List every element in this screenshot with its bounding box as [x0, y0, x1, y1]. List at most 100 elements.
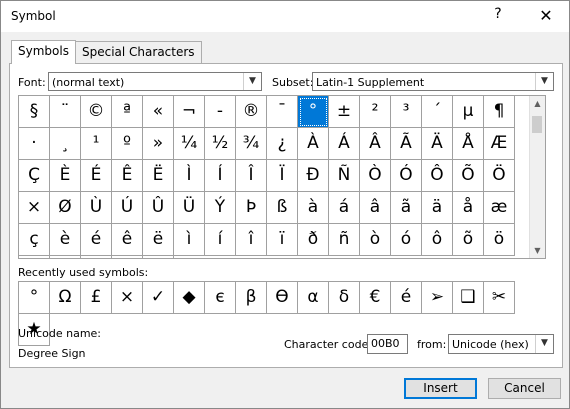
- recent-symbol-cell[interactable]: δ: [329, 282, 360, 314]
- recent-symbol-cell[interactable]: €: [360, 282, 391, 314]
- symbol-cell[interactable]: û: [143, 256, 174, 258]
- symbol-cell[interactable]: ß: [267, 192, 298, 224]
- from-dropdown[interactable]: Unicode (hex) ▼: [448, 334, 554, 354]
- symbol-cell[interactable]: Ö: [484, 160, 515, 192]
- symbol-cell[interactable]: Ñ: [329, 160, 360, 192]
- symbol-cell[interactable]: Õ: [453, 160, 484, 192]
- symbol-cell[interactable]: Ã: [391, 128, 422, 160]
- symbol-cell[interactable]: Ù: [81, 192, 112, 224]
- symbol-cell[interactable]: ú: [112, 256, 143, 258]
- symbol-cell[interactable]: ê: [112, 224, 143, 256]
- tab-special-characters[interactable]: Special Characters: [75, 41, 202, 63]
- symbol-cell[interactable]: ¶: [484, 96, 515, 128]
- symbol-cell[interactable]: ¬: [174, 96, 205, 128]
- recent-symbol-cell[interactable]: ϴ: [267, 282, 298, 314]
- symbol-cell[interactable]: Í: [205, 160, 236, 192]
- recent-symbol-cell[interactable]: ✂: [484, 282, 515, 314]
- symbol-cell[interactable]: ¹: [81, 128, 112, 160]
- symbol-cell[interactable]: ×: [19, 192, 50, 224]
- symbol-cell[interactable]: É: [81, 160, 112, 192]
- symbol-cell[interactable]: ª: [112, 96, 143, 128]
- symbol-cell[interactable]: Ò: [360, 160, 391, 192]
- symbol-cell[interactable]: Ô: [422, 160, 453, 192]
- recent-symbol-cell[interactable]: ×: [112, 282, 143, 314]
- symbol-cell[interactable]: á: [329, 192, 360, 224]
- recent-symbol-cell[interactable]: £: [81, 282, 112, 314]
- symbol-cell[interactable]: ¸: [50, 128, 81, 160]
- scrollbar-thumb[interactable]: [532, 116, 542, 133]
- recent-symbol-cell[interactable]: є: [205, 282, 236, 314]
- symbol-cell[interactable]: ó: [391, 224, 422, 256]
- symbol-cell[interactable]: È: [50, 160, 81, 192]
- symbol-cell[interactable]: æ: [484, 192, 515, 224]
- recent-symbol-cell[interactable]: ❑: [453, 282, 484, 314]
- recent-symbol-cell[interactable]: ◆: [174, 282, 205, 314]
- cancel-button[interactable]: Cancel: [488, 378, 561, 399]
- symbol-cell[interactable]: µ: [453, 96, 484, 128]
- symbol-cell[interactable]: »: [143, 128, 174, 160]
- symbol-cell[interactable]: é: [81, 224, 112, 256]
- symbol-cell[interactable]: ®: [236, 96, 267, 128]
- symbol-cell[interactable]: ¨: [50, 96, 81, 128]
- symbol-cell[interactable]: ë: [143, 224, 174, 256]
- symbol-cell[interactable]: Û: [143, 192, 174, 224]
- symbol-cell[interactable]: ô: [422, 224, 453, 256]
- symbol-cell[interactable]: ½: [205, 128, 236, 160]
- symbol-cell[interactable]: ð: [298, 224, 329, 256]
- symbol-cell[interactable]: «: [143, 96, 174, 128]
- symbol-cell[interactable]: ñ: [329, 224, 360, 256]
- symbol-cell[interactable]: ÷: [19, 256, 50, 258]
- symbol-cell[interactable]: Ì: [174, 160, 205, 192]
- symbol-cell[interactable]: Á: [329, 128, 360, 160]
- symbol-cell[interactable]: å: [453, 192, 484, 224]
- symbol-cell[interactable]: À: [298, 128, 329, 160]
- symbol-cell[interactable]: Ë: [143, 160, 174, 192]
- symbol-cell[interactable]: Å: [453, 128, 484, 160]
- symbol-cell[interactable]: ²: [360, 96, 391, 128]
- symbol-cell[interactable]: ø: [50, 256, 81, 258]
- symbol-cell[interactable]: ç: [19, 224, 50, 256]
- symbol-cell[interactable]: ï: [267, 224, 298, 256]
- symbol-cell[interactable]: Ï: [267, 160, 298, 192]
- close-button[interactable]: ✕: [535, 6, 557, 26]
- symbol-cell[interactable]: Â: [360, 128, 391, 160]
- symbol-cell[interactable]: ¿: [267, 128, 298, 160]
- symbol-cell[interactable]: Ä: [422, 128, 453, 160]
- symbol-cell[interactable]: ¾: [236, 128, 267, 160]
- recent-symbol-cell[interactable]: ✓: [143, 282, 174, 314]
- recent-symbol-cell[interactable]: é: [391, 282, 422, 314]
- symbol-cell[interactable]: Ê: [112, 160, 143, 192]
- symbol-cell[interactable]: Î: [236, 160, 267, 192]
- symbol-cell[interactable]: Ç: [19, 160, 50, 192]
- help-button[interactable]: ?: [487, 6, 509, 26]
- symbol-cell[interactable]: ¼: [174, 128, 205, 160]
- symbol-cell[interactable]: à: [298, 192, 329, 224]
- symbol-cell[interactable]: õ: [453, 224, 484, 256]
- symbol-cell[interactable]: ·: [19, 128, 50, 160]
- symbol-cell[interactable]: ±: [329, 96, 360, 128]
- symbol-cell[interactable]: º: [112, 128, 143, 160]
- symbol-cell[interactable]: °: [298, 96, 329, 128]
- recent-symbol-cell[interactable]: °: [19, 282, 50, 314]
- symbol-cell[interactable]: Ü: [174, 192, 205, 224]
- scroll-up-icon[interactable]: ▲: [530, 96, 545, 111]
- symbol-cell[interactable]: ä: [422, 192, 453, 224]
- symbol-cell[interactable]: ù: [81, 256, 112, 258]
- symbol-cell[interactable]: è: [50, 224, 81, 256]
- recent-symbol-cell[interactable]: Ω: [50, 282, 81, 314]
- insert-button[interactable]: Insert: [404, 378, 477, 399]
- symbol-cell[interactable]: ©: [81, 96, 112, 128]
- symbol-cell[interactable]: Ú: [112, 192, 143, 224]
- subset-dropdown[interactable]: Latin-1 Supplement ▼: [312, 72, 554, 91]
- symbol-cell[interactable]: ò: [360, 224, 391, 256]
- symbol-cell[interactable]: Ð: [298, 160, 329, 192]
- symbol-cell[interactable]: ö: [484, 224, 515, 256]
- symbol-cell[interactable]: Æ: [484, 128, 515, 160]
- symbol-cell[interactable]: ã: [391, 192, 422, 224]
- symbol-cell[interactable]: §: [19, 96, 50, 128]
- character-code-input[interactable]: 00B0: [367, 334, 408, 354]
- recent-symbol-cell[interactable]: α: [298, 282, 329, 314]
- symbol-cell[interactable]: ì: [174, 224, 205, 256]
- symbol-cell[interactable]: î: [236, 224, 267, 256]
- symbol-cell[interactable]: ´: [422, 96, 453, 128]
